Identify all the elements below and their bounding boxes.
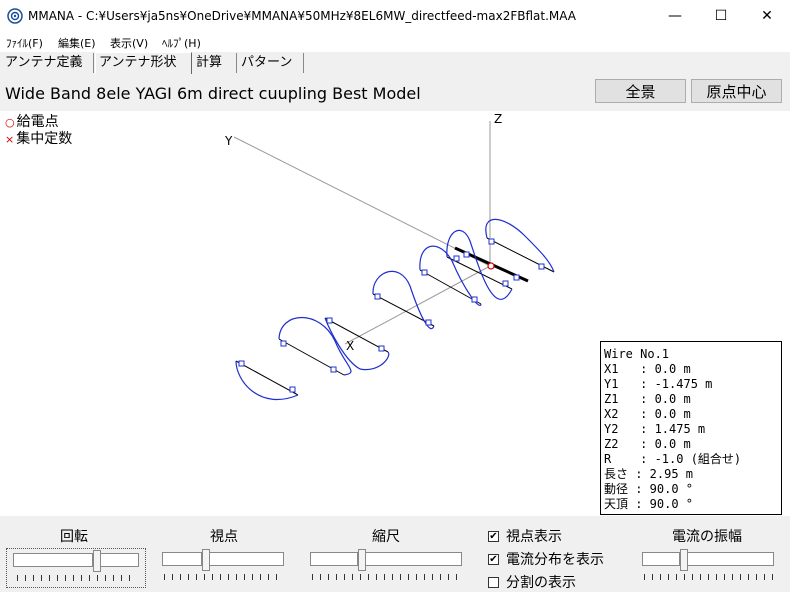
app-icon [7,8,23,24]
checkbox-icon [488,576,499,588]
menu-file[interactable]: ﾌｧｲﾙ(F) [6,35,43,51]
tab-antenna-geometry[interactable]: アンテナ形状 [95,52,192,74]
rotate-label: 回転 [60,529,88,545]
scale-slider-group [308,549,464,580]
rotate-slider-track[interactable] [13,553,93,567]
menu-bar: ﾌｧｲﾙ(F) 編集(E) 表示(V) ﾍﾙﾌﾟ(H) [0,32,790,52]
checkbox-icon: ✔ [488,530,499,542]
control-panel: 回転 視点 縮尺 ✔ 視点表示 ✔ 電流分布を表示 分割の表示 電流の振幅 [0,518,790,591]
viewpoint-slider-track[interactable] [162,552,202,566]
minimize-button[interactable]: — [652,0,698,32]
current-distribution [235,218,555,401]
viewpoint-label: 視点 [210,529,238,545]
menu-help[interactable]: ﾍﾙﾌﾟ(H) [162,35,201,51]
current-curve-3 [446,229,513,300]
viewpoint-slider-thumb[interactable] [202,549,210,571]
close-button[interactable]: ✕ [744,0,790,32]
maximize-button[interactable]: ☐ [698,0,744,32]
amplitude-ticks [644,574,774,580]
y-axis-line [233,136,491,267]
y-axis-label: Y [224,134,233,148]
rotate-slider-track-2[interactable] [99,553,139,567]
wire-info-panel: Wire No.1 X1 : 0.0 m Y1 : -1.475 m Z1 : 0.0… [600,341,782,515]
checkbox-icon: ✔ [488,553,499,565]
show-segments-checkbox[interactable]: 分割の表示 [488,572,576,592]
viewpoint-slider-group [160,549,286,580]
rotate-ticks [17,575,137,581]
tab-antenna-definition[interactable]: アンテナ定義 [2,53,94,73]
viewpoint-slider-track-2[interactable] [208,552,284,566]
menu-edit[interactable]: 編集(E) [58,35,96,51]
origin-center-button[interactable]: 原点中心 [691,79,782,103]
viewpoint-ticks [164,574,284,580]
show-viewpoint-checkbox[interactable]: ✔ 視点表示 [488,526,562,546]
amplitude-slider-track-2[interactable] [686,552,774,566]
feed-point-icon [487,262,495,270]
scale-label: 縮尺 [372,529,400,545]
rotate-slider-group [6,548,146,588]
tab-pattern[interactable]: パターン [238,53,304,73]
current-curve-8 [235,360,299,401]
element-8 [235,360,299,396]
full-view-button[interactable]: 全景 [595,79,686,103]
z-axis-label: Z [494,112,502,126]
amplitude-slider-track[interactable] [642,552,680,566]
scale-slider-track-2[interactable] [364,552,462,566]
scale-ticks [312,574,462,580]
current-curve-5 [372,270,435,330]
amplitude-slider-thumb[interactable] [680,549,688,571]
title-bar: MMANA - C:¥Users¥ja5ns¥OneDrive¥MMANA¥50… [0,0,790,32]
amplitude-slider-group [640,549,776,580]
axes [233,121,491,345]
rotate-slider-thumb[interactable] [93,550,101,572]
show-current-checkbox[interactable]: ✔ 電流分布を表示 [488,549,604,569]
segment-markers [238,238,545,393]
tab-calculate[interactable]: 計算 [193,53,237,73]
tab-strip: アンテナ定義 アンテナ形状 計算 パターン [0,52,790,74]
window-title: MMANA - C:¥Users¥ja5ns¥OneDrive¥MMANA¥50… [28,9,576,23]
elements [235,237,555,396]
model-title: Wide Band 8ele YAGI 6m direct cuupling B… [5,84,421,103]
scale-slider-thumb[interactable] [358,549,366,571]
current-amplitude-label: 電流の振幅 [672,529,742,545]
x-axis-label: X [346,339,354,353]
menu-view[interactable]: 表示(V) [110,35,148,51]
scale-slider-track[interactable] [310,552,358,566]
